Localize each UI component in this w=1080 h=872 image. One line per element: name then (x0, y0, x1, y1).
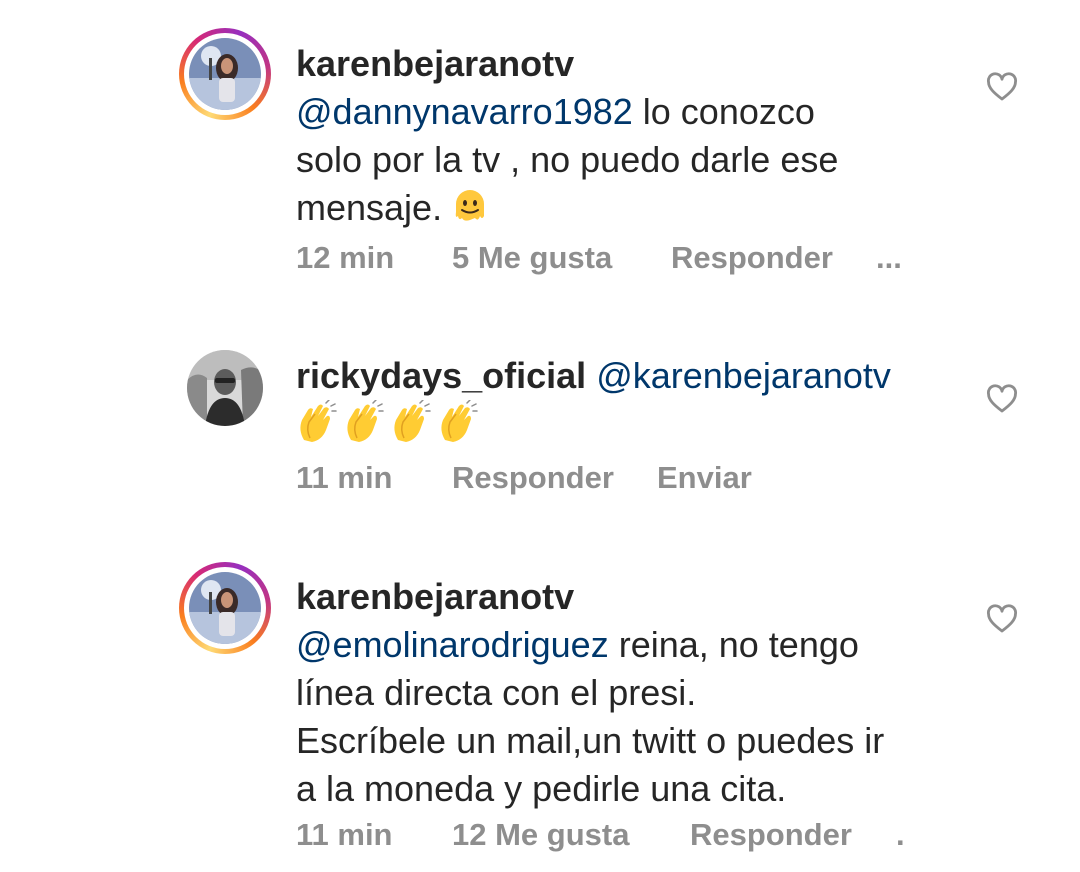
reply-button[interactable]: Responder (671, 240, 833, 276)
comment-thread: karenbejaranotv @dannynavarro1982 lo con… (0, 0, 1080, 872)
comment-time: 11 min (296, 460, 393, 495)
heart-outline-icon[interactable] (985, 382, 1019, 416)
comment-mention[interactable]: @karenbejaranotv (596, 355, 891, 396)
avatar-story-ring[interactable] (179, 28, 271, 120)
heart-outline-icon[interactable] (985, 70, 1019, 104)
more-options-button[interactable]: ... (876, 240, 902, 276)
comment-text-line: reina, no tengo (608, 624, 859, 665)
avatar[interactable] (187, 350, 263, 426)
comment-username[interactable]: rickydays_oficial (296, 355, 586, 396)
comment-text-line: línea directa con el presi. (296, 672, 697, 713)
comment-text-line: solo por la tv , no puedo darle ese (296, 139, 839, 180)
clapping-hands-emoji (296, 399, 486, 452)
more-options-button[interactable]: . (896, 817, 905, 853)
comment-mention[interactable]: @emolinarodriguez (296, 624, 609, 665)
comment-time: 12 min (296, 240, 395, 275)
comment-text-line: Escríbele un mail,un twitt o puedes ir (296, 720, 885, 761)
comment-username[interactable]: karenbejaranotv (296, 576, 574, 617)
comment-text-line: mensaje. (296, 187, 443, 228)
send-button[interactable]: Enviar (657, 460, 752, 496)
melting-face-emoji (450, 186, 490, 238)
comment-text-line: lo conozco (632, 91, 815, 132)
comment-likes[interactable]: 5 Me gusta (452, 240, 612, 276)
comment-mention[interactable]: @dannynavarro1982 (296, 91, 633, 132)
reply-button[interactable]: Responder (452, 460, 614, 496)
avatar-story-ring[interactable] (179, 562, 271, 654)
heart-outline-icon[interactable] (985, 602, 1019, 636)
comment-text-line: a la moneda y pedirle una cita. (296, 768, 787, 809)
comment-likes[interactable]: 12 Me gusta (452, 817, 629, 853)
avatar (189, 38, 261, 110)
comment-username[interactable]: karenbejaranotv (296, 43, 574, 84)
reply-button[interactable]: Responder (690, 817, 852, 853)
avatar (189, 572, 261, 644)
comment-time: 11 min (296, 817, 393, 852)
